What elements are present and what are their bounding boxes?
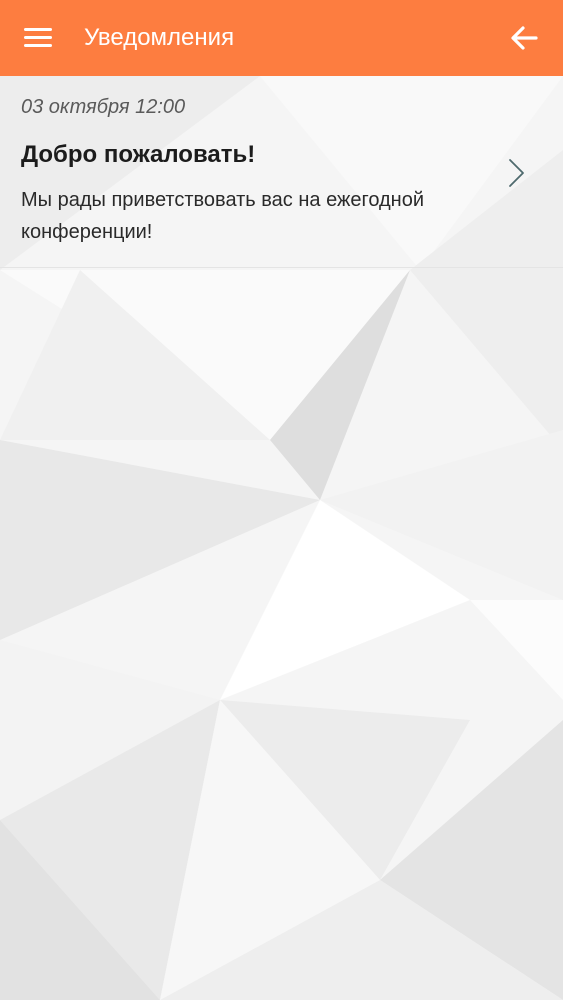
notification-item[interactable]: 03 октября 12:00 Добро пожаловать! Мы ра… xyxy=(0,76,563,269)
app-header: Уведомления xyxy=(0,0,563,76)
page-title: Уведомления xyxy=(84,24,235,51)
divider xyxy=(0,267,563,268)
notification-text: Мы рады приветствовать вас на ежегодной … xyxy=(21,189,425,243)
notification-title: Добро пожаловать! xyxy=(21,141,256,168)
hamburger-menu-icon[interactable] xyxy=(22,22,56,54)
chevron-right-icon[interactable] xyxy=(505,156,529,190)
notifications-screen: Уведомления 03 октября 12:00 Добро пожал… xyxy=(0,0,563,1000)
arrow-left-icon[interactable] xyxy=(506,20,542,56)
notification-date: 03 октября 12:00 xyxy=(21,96,186,118)
